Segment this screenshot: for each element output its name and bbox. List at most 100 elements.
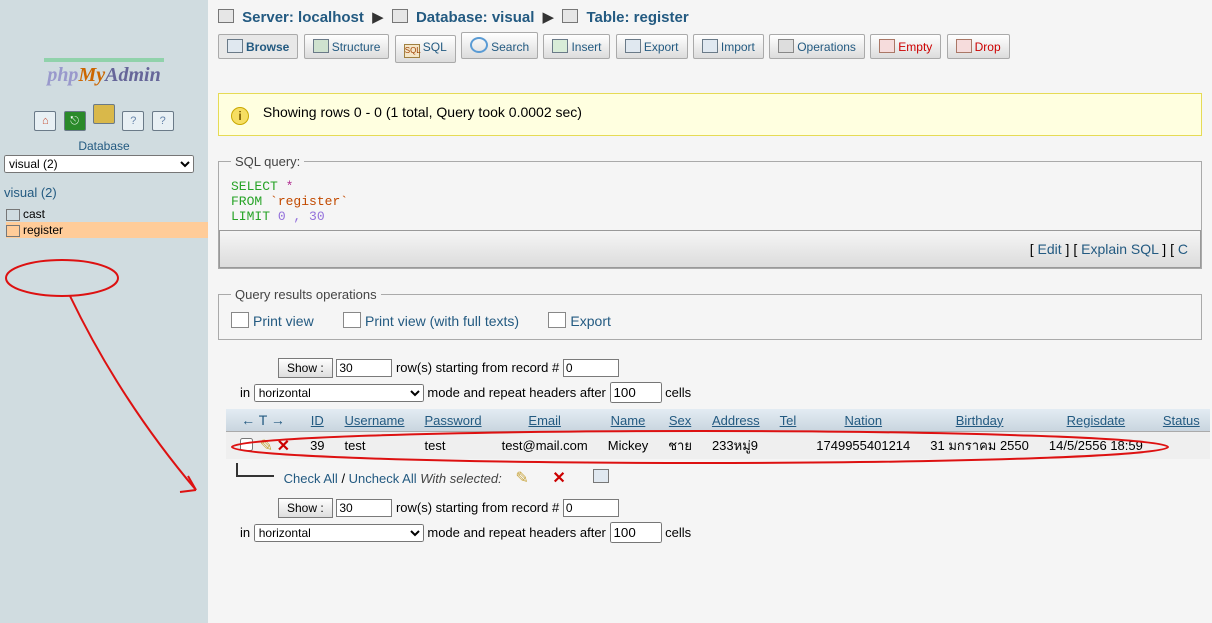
- show-rows-line-bottom: row(s) starting from record #: [278, 498, 1212, 518]
- home-icon[interactable]: ⌂: [34, 111, 56, 131]
- rows-start-input[interactable]: [563, 359, 619, 377]
- crumb-db[interactable]: visual: [492, 9, 535, 26]
- print-view-link[interactable]: Print view: [253, 313, 314, 329]
- cell-address: 233หมู่9: [702, 432, 770, 460]
- delete-icon[interactable]: ✕: [277, 438, 290, 455]
- check-all-line: Check All / Uncheck All With selected: ✎…: [236, 463, 1212, 488]
- sql-edit-link[interactable]: Edit: [1038, 241, 1062, 257]
- col-birthday[interactable]: Birthday: [920, 409, 1039, 432]
- server-icon: [218, 9, 234, 23]
- tab-empty[interactable]: Empty: [870, 34, 941, 59]
- import-icon: [702, 39, 718, 53]
- sidebar-table-register[interactable]: register: [6, 222, 208, 238]
- rows-start-input[interactable]: [563, 499, 619, 517]
- exit-icon[interactable]: ⎋: [64, 111, 86, 131]
- browse-icon: [227, 39, 243, 53]
- query-window-icon[interactable]: ?: [152, 111, 174, 131]
- col-tel[interactable]: Tel: [770, 409, 807, 432]
- col-address[interactable]: Address: [702, 409, 770, 432]
- col-name[interactable]: Name: [598, 409, 658, 432]
- export-icon: [625, 39, 641, 53]
- tab-drop[interactable]: Drop: [947, 34, 1010, 59]
- display-mode-select[interactable]: horizontal: [254, 384, 424, 402]
- crumb-table[interactable]: register: [634, 9, 689, 26]
- sql-explain-link[interactable]: Explain SQL: [1081, 241, 1158, 257]
- headers-repeat-input[interactable]: [610, 522, 662, 543]
- cell-name: Mickey: [598, 432, 658, 460]
- rows-count-input[interactable]: [336, 499, 392, 517]
- cell-regisdate: 14/5/2556 18:59: [1039, 432, 1153, 460]
- database-select[interactable]: visual (2): [4, 155, 194, 173]
- logo-text-admin: Admin: [105, 64, 161, 86]
- sql-query-box: SQL query: SELECT * FROM `register` LIMI…: [218, 154, 1202, 269]
- with-selected-delete-icon[interactable]: ✕: [542, 470, 575, 487]
- operations-icon: [778, 39, 794, 53]
- col-username[interactable]: Username: [335, 409, 415, 432]
- headers-repeat-input[interactable]: [610, 382, 662, 403]
- col-regisdate[interactable]: Regisdate: [1039, 409, 1153, 432]
- search-icon: [470, 37, 488, 53]
- result-notice-text: Showing rows 0 - 0 (1 total, Query took …: [263, 104, 582, 120]
- check-all-link[interactable]: Check All: [284, 471, 338, 486]
- export-icon: [548, 312, 566, 328]
- print-view-full-link[interactable]: Print view (with full texts): [365, 313, 519, 329]
- show-rows-line-top: row(s) starting from record #: [278, 358, 1212, 378]
- logo-text-my: My: [78, 64, 105, 86]
- col-email[interactable]: Email: [492, 409, 598, 432]
- sidebar-table-cast[interactable]: cast: [6, 206, 208, 222]
- sql-query-legend: SQL query:: [231, 154, 304, 169]
- show-button[interactable]: [278, 498, 333, 518]
- tab-sql[interactable]: SQLSQL: [395, 35, 456, 63]
- mode-mid-label: mode and repeat headers after: [427, 525, 606, 540]
- with-selected-export-icon[interactable]: [593, 469, 609, 483]
- cell-password: test: [415, 432, 492, 460]
- results-table: ← T → ID Username Password Email Name Se…: [226, 409, 1210, 459]
- tab-structure[interactable]: Structure: [304, 34, 390, 59]
- print-icon: [343, 312, 361, 328]
- cell-email: test@mail.com: [492, 432, 598, 460]
- cells-label: cells: [665, 525, 691, 540]
- with-selected-label: With selected:: [420, 471, 502, 486]
- tab-browse[interactable]: Browse: [218, 34, 298, 59]
- sidebar-db-label: Database: [0, 139, 208, 153]
- col-sex[interactable]: Sex: [658, 409, 702, 432]
- display-mode-select[interactable]: horizontal: [254, 524, 424, 542]
- logo-text-php: php: [47, 64, 78, 86]
- edit-icon[interactable]: ✎: [260, 438, 273, 455]
- tab-insert[interactable]: Insert: [543, 34, 610, 59]
- sidebar: phpMyAdmin ⌂ ⎋ ? ? Database visual (2) v…: [0, 0, 208, 623]
- show-button[interactable]: [278, 358, 333, 378]
- sql-query-actions: [ Edit ] [ Explain SQL ] [ C: [219, 230, 1201, 268]
- mode-line-top: in horizontal mode and repeat headers af…: [240, 382, 1212, 403]
- rows-mid-label: row(s) starting from record #: [396, 500, 559, 515]
- cell-nation: 1749955401214: [806, 432, 920, 460]
- sql-c-link[interactable]: C: [1178, 241, 1188, 257]
- table-row: ✎ ✕ 39 test test test@mail.com Mickey ชา…: [226, 432, 1210, 460]
- in-label: in: [240, 525, 250, 540]
- col-nation[interactable]: Nation: [806, 409, 920, 432]
- tab-search[interactable]: Search: [461, 32, 538, 59]
- sql-query-text: SELECT * FROM `register` LIMIT 0 , 30: [231, 179, 1189, 224]
- qops-export-link[interactable]: Export: [570, 313, 610, 329]
- col-id[interactable]: ID: [300, 409, 334, 432]
- col-password[interactable]: Password: [415, 409, 492, 432]
- rows-count-input[interactable]: [336, 359, 392, 377]
- table-icon: [562, 9, 578, 23]
- crumb-table-label: Table:: [586, 9, 629, 26]
- col-toggle[interactable]: ← T →: [226, 409, 300, 432]
- col-status[interactable]: Status: [1153, 409, 1210, 432]
- sidebar-db-link[interactable]: visual (2): [0, 181, 208, 204]
- tab-import[interactable]: Import: [693, 34, 764, 59]
- structure-icon: [313, 39, 329, 53]
- tab-operations[interactable]: Operations: [769, 34, 865, 59]
- uncheck-all-link[interactable]: Uncheck All: [349, 471, 417, 486]
- sql-window-icon[interactable]: [93, 104, 115, 124]
- docs-icon[interactable]: ?: [122, 111, 144, 131]
- crumb-server[interactable]: localhost: [298, 9, 364, 26]
- with-selected-edit-icon[interactable]: ✎: [505, 470, 538, 487]
- mode-mid-label: mode and repeat headers after: [427, 385, 606, 400]
- cell-status: [1153, 432, 1210, 460]
- row-checkbox[interactable]: [240, 438, 253, 451]
- table-icon: [6, 209, 20, 221]
- tab-export[interactable]: Export: [616, 34, 688, 59]
